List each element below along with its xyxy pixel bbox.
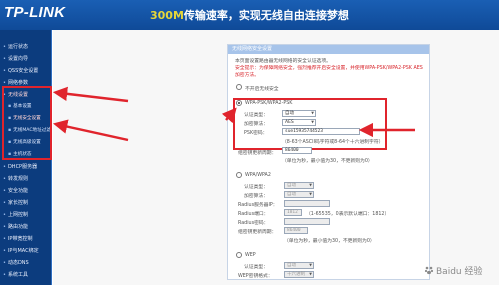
group-key-label: 组密钥更新周期： [238, 151, 277, 156]
wpa-enc-select[interactable]: 自动 [284, 191, 314, 198]
radius-ip-input[interactable] [284, 200, 330, 207]
tagline-highlight: 300M [150, 9, 184, 22]
wep-format-select[interactable]: 十六进制 [284, 271, 314, 278]
security-tip-cont: 加密方法。 [235, 73, 259, 78]
sidebar-item-parental[interactable]: 家长控制 [3, 199, 28, 206]
radio-wpa-label: WPA/WPA2 [245, 173, 271, 178]
sidebar-item-wizard[interactable]: 设置向导 [3, 55, 28, 62]
encryption-select[interactable]: AES [282, 119, 316, 126]
tp-link-logo: TP-LINK [4, 4, 66, 21]
radio-wpa-psk[interactable] [236, 100, 242, 106]
auth-type-label: 认证类型： [244, 113, 268, 118]
group-key-hint: （单位为秒，最小值为30，不更新则为0） [282, 159, 373, 164]
radius-ip-label: Radius服务器IP： [238, 203, 278, 208]
radius-port-hint: （1-65535，0表示默认端口：1812） [306, 212, 390, 217]
panel-title: 无线网络安全设置 [228, 45, 429, 54]
psk-password-input[interactable]: sue15935744523 [282, 128, 360, 135]
baidu-paw-icon [424, 266, 434, 275]
radio-no-security[interactable] [236, 84, 242, 90]
wep-auth-select[interactable]: 自动 [284, 262, 314, 269]
sidebar-highlight-box [2, 86, 52, 160]
wpa-group-key-hint: （单位为秒，最小值为30，不更新则为0） [284, 239, 375, 244]
radius-password-label: Radius密码： [238, 221, 269, 226]
tagline-text: 传输速率，实现无线自由连接梦想 [183, 9, 349, 22]
sidebar-item-access-control[interactable]: 上网控制 [3, 211, 28, 218]
security-tip: 安全提示：为保障网络安全，强烈推荐开启安全设置，并使用WPA-PSK/WPA2-… [235, 66, 423, 71]
wpa-auth-select[interactable]: 自动 [284, 182, 314, 189]
sidebar-item-ddns[interactable]: 动态DNS [3, 259, 29, 266]
baidu-watermark: Baidu 经验 [436, 267, 483, 277]
wpa-group-key-input[interactable]: 86400 [284, 227, 308, 234]
sidebar-item-qss[interactable]: QSS安全设置 [3, 67, 38, 74]
sidebar-item-system-tools[interactable]: 系统工具 [3, 271, 28, 278]
psk-password-label: PSK密码： [244, 131, 268, 136]
radio-no-security-label: 不开启无线安全 [245, 87, 279, 92]
radio-wpa-psk-label: WPA-PSK/WPA2-PSK [245, 101, 293, 106]
sidebar-item-forwarding[interactable]: 转发规则 [3, 175, 28, 182]
auth-type-select[interactable]: 自动 [282, 110, 316, 117]
encryption-label: 加密算法： [244, 122, 268, 127]
radio-wep-label: WEP [245, 253, 256, 258]
psk-hint: （8-63个ASCII码字符或8-64个十六进制字符） [282, 140, 384, 145]
sidebar-item-status[interactable]: 运行状态 [3, 43, 28, 50]
radius-port-input[interactable]: 1812 [284, 209, 302, 216]
wpa-enc-label: 加密算法： [244, 194, 268, 199]
intro-text: 本页面设置路由器无线网络的安全认证选项。 [235, 59, 331, 64]
sidebar-item-security-func[interactable]: 安全功能 [3, 187, 28, 194]
sidebar-item-network[interactable]: 网络参数 [3, 79, 28, 86]
sidebar-item-bandwidth[interactable]: IP带宽控制 [3, 235, 33, 242]
radio-wep[interactable] [236, 252, 242, 258]
sidebar-item-dhcp[interactable]: DHCP服务器 [3, 163, 37, 170]
wpa-auth-label: 认证类型： [244, 185, 268, 190]
sidebar-item-routing[interactable]: 路由功能 [3, 223, 28, 230]
radius-port-label: Radius端口： [238, 212, 269, 217]
wep-format-label: WEP密钥格式： [238, 274, 273, 279]
radius-password-input[interactable] [284, 218, 330, 225]
wpa-group-key-label: 组密钥更新周期： [238, 230, 277, 235]
header-bar: TP-LINK 300M传输速率，实现无线自由连接梦想 [0, 0, 499, 30]
radio-wpa[interactable] [236, 172, 242, 178]
sidebar-item-ip-mac[interactable]: IP与MAC绑定 [3, 247, 39, 254]
wep-auth-label: 认证类型： [244, 265, 268, 270]
group-key-input[interactable]: 86400 [282, 147, 312, 154]
header-tagline: 300M传输速率，实现无线自由连接梦想 [150, 7, 349, 23]
